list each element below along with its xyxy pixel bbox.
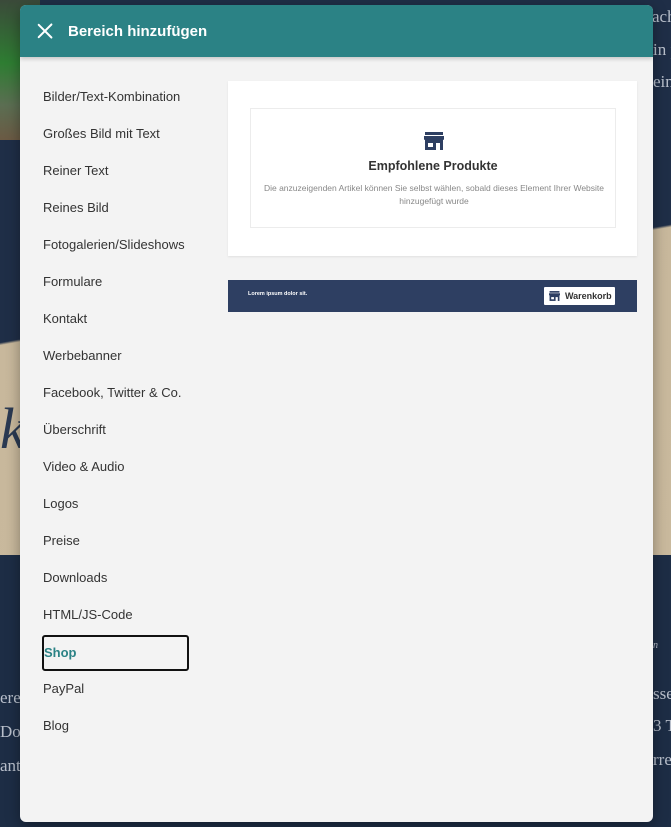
sidebar-item-reines-bild[interactable]: Reines Bild — [43, 190, 189, 226]
store-icon — [424, 132, 444, 150]
background-text: in p — [653, 40, 671, 59]
add-section-dialog: Bereich hinzufügen Bilder/Text-Kombinati… — [20, 5, 653, 822]
sidebar-item-shop[interactable]: Shop — [42, 635, 189, 671]
background-text: ere — [0, 688, 21, 707]
sidebar-item-grosses-bild[interactable]: Großes Bild mit Text — [43, 116, 189, 152]
dialog-header: Bereich hinzufügen — [20, 5, 653, 57]
sidebar-item-preise[interactable]: Preise — [43, 523, 189, 559]
close-icon[interactable] — [36, 22, 54, 40]
sidebar-item-logos[interactable]: Logos — [43, 486, 189, 522]
background-text: 3 T — [653, 716, 671, 735]
background-text: Do — [0, 722, 21, 741]
cart-button[interactable]: Warenkorb — [544, 287, 615, 305]
featured-products-option[interactable]: Empfohlene Produkte Die anzuzeigenden Ar… — [228, 81, 637, 256]
sidebar-item-werbebanner[interactable]: Werbebanner — [43, 338, 189, 374]
cart-label: Warenkorb — [565, 291, 612, 301]
shop-bar-text: Lorem ipsum dolor sit. — [248, 291, 308, 297]
background-text: sse — [653, 684, 671, 703]
sidebar-item-kontakt[interactable]: Kontakt — [43, 301, 189, 337]
sidebar-item-bilder-text[interactable]: Bilder/Text-Kombination — [43, 79, 189, 115]
background-text: ach — [652, 7, 671, 26]
sidebar-item-social[interactable]: Facebook, Twitter & Co. — [43, 375, 189, 411]
featured-products-preview: Empfohlene Produkte Die anzuzeigenden Ar… — [250, 108, 616, 228]
dialog-title: Bereich hinzufügen — [68, 22, 208, 40]
sidebar-item-fotogalerien[interactable]: Fotogalerien/Slideshows — [43, 227, 189, 263]
sidebar-item-paypal[interactable]: PayPal — [43, 671, 189, 707]
featured-products-title: Empfohlene Produkte — [368, 159, 498, 173]
background-text: rre — [653, 750, 671, 769]
sidebar-item-downloads[interactable]: Downloads — [43, 560, 189, 596]
sidebar-item-html-js[interactable]: HTML/JS-Code — [43, 597, 189, 633]
sidebar-item-formulare[interactable]: Formulare — [43, 264, 189, 300]
background-text: ein — [653, 72, 671, 91]
featured-products-description: Die anzuzeigenden Artikel können Sie sel… — [263, 183, 605, 206]
store-icon — [549, 291, 560, 301]
background-text: ant — [0, 756, 21, 775]
sidebar-item-video-audio[interactable]: Video & Audio — [43, 449, 189, 485]
sidebar-item-blog[interactable]: Blog — [43, 708, 189, 744]
background-text: n — [653, 640, 658, 651]
sidebar-item-reiner-text[interactable]: Reiner Text — [43, 153, 189, 189]
shop-cart-bar-option[interactable]: Lorem ipsum dolor sit. Warenkorb — [228, 280, 637, 312]
sidebar-item-ueberschrift[interactable]: Überschrift — [43, 412, 189, 448]
